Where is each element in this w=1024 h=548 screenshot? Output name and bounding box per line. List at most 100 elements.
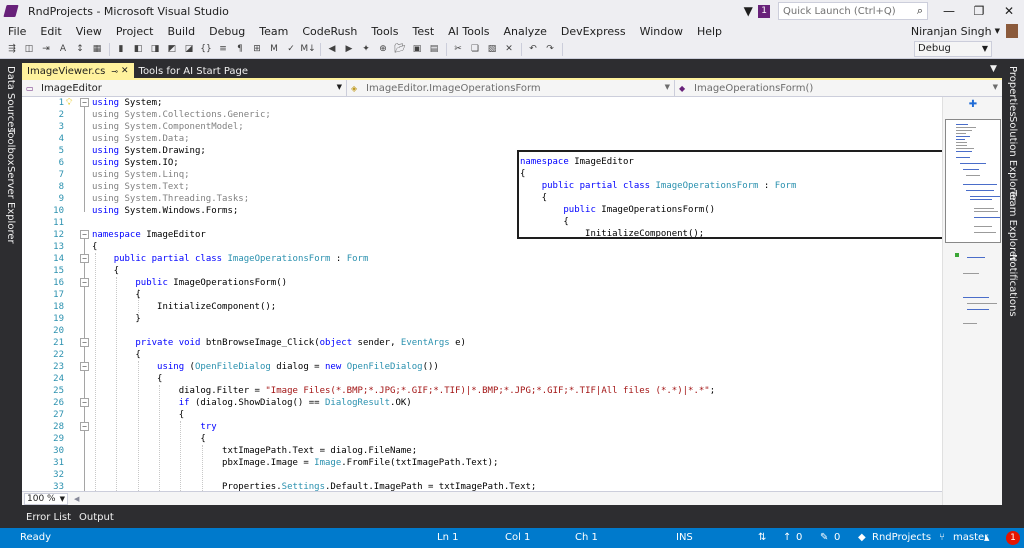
spell-check-icon[interactable]: ✓ <box>283 42 299 57</box>
navigate-back-icon[interactable]: ◀ <box>324 42 340 57</box>
split-window-icon[interactable]: ✚ <box>943 97 1003 111</box>
line-number: 1 <box>58 98 64 108</box>
tab-tools-for-ai-start-page[interactable]: Tools for AI Start Page <box>134 63 254 79</box>
tool-tab-team-explorer[interactable]: Team Explorer <box>1007 190 1018 261</box>
branch-icon[interactable]: ⑂ <box>939 528 945 548</box>
format-document-icon[interactable]: ⇶ <box>4 42 20 57</box>
minimize-button[interactable]: — <box>934 0 964 22</box>
wrap-icon[interactable]: ¶ <box>232 42 248 57</box>
tool-tab-server-explorer[interactable]: Server Explorer <box>5 166 16 244</box>
tool-tab-solution-explorer[interactable]: Solution Explorer <box>1007 116 1018 202</box>
minimap-viewport[interactable] <box>945 119 1001 243</box>
indent-icon[interactable]: ⇥ <box>38 42 54 57</box>
minimap-scrollbar[interactable]: ✚ <box>942 97 1002 505</box>
project-dropdown[interactable]: ▭ ImageEditor ▼ <box>22 80 347 97</box>
collapse-toggle[interactable]: − <box>80 278 89 287</box>
restore-button[interactable]: ❐ <box>964 0 994 22</box>
quick-launch-input[interactable]: Quick Launch (Ctrl+Q) ⌕ <box>778 2 928 20</box>
close-icon[interactable]: ✕ <box>121 66 129 76</box>
type-dropdown[interactable]: ◈ ImageEditor.ImageOperationsForm ▼ <box>347 80 675 97</box>
menu-analyze[interactable]: Analyze <box>497 25 554 38</box>
tool-tab-properties[interactable]: Properties <box>1007 66 1018 117</box>
user-dropdown-icon[interactable]: ▼ <box>995 27 1000 35</box>
outline-icon[interactable]: ⊞ <box>249 42 265 57</box>
menu-build[interactable]: Build <box>160 25 202 38</box>
undo-icon[interactable]: ↶ <box>525 42 541 57</box>
collapse-toggle[interactable]: − <box>80 98 89 107</box>
member-dropdown[interactable]: ◆ ImageOperationsForm() ▼ <box>675 80 1002 97</box>
arrow-up-icon[interactable]: ↑ <box>783 528 791 548</box>
delete-icon[interactable]: ✕ <box>501 42 517 57</box>
copy-icon[interactable]: ❏ <box>467 42 483 57</box>
redo-icon[interactable]: ↷ <box>542 42 558 57</box>
status-repository[interactable]: RndProjects <box>872 528 931 548</box>
toggle-bookmark-icon[interactable]: ▮ <box>113 42 129 57</box>
menu-debug[interactable]: Debug <box>202 25 252 38</box>
navigate-forward-icon[interactable]: ▶ <box>341 42 357 57</box>
collapse-toggle[interactable]: − <box>80 398 89 407</box>
menu-edit[interactable]: Edit <box>33 25 68 38</box>
menu-devexpress[interactable]: DevExpress <box>554 25 633 38</box>
menu-file[interactable]: File <box>0 25 33 38</box>
collapse-toggle[interactable]: − <box>80 338 89 347</box>
notifications-badge[interactable]: 1 <box>1006 531 1020 545</box>
new-project-icon[interactable]: ✦ <box>358 42 374 57</box>
tab-output[interactable]: Output <box>75 512 118 523</box>
feedback-filter-icon[interactable]: ▼ <box>740 3 756 19</box>
status-branch[interactable]: master <box>953 528 988 548</box>
tool-tab-data-sources[interactable]: Data Sources <box>5 66 16 133</box>
project-name: ImageEditor <box>41 83 102 94</box>
add-item-icon[interactable]: ⊕ <box>375 42 391 57</box>
close-button[interactable]: ✕ <box>994 0 1024 22</box>
notification-badge[interactable]: 1 <box>758 4 770 18</box>
menu-team[interactable]: Team <box>252 25 295 38</box>
prev-bookmark-icon[interactable]: ◧ <box>130 42 146 57</box>
font-size-icon[interactable]: A <box>55 42 71 57</box>
paste-icon[interactable]: ▧ <box>484 42 500 57</box>
menu-view[interactable]: View <box>69 25 109 38</box>
menu-window[interactable]: Window <box>633 25 690 38</box>
collapse-toggle[interactable]: − <box>80 362 89 371</box>
status-changes-count[interactable]: 0 <box>834 528 840 548</box>
menu-tools[interactable]: Tools <box>364 25 405 38</box>
open-file-icon[interactable]: 📂︎ <box>392 42 408 57</box>
collapse-toggle[interactable]: − <box>80 230 89 239</box>
menu-ai-tools[interactable]: AI Tools <box>441 25 496 38</box>
zoom-level-select[interactable]: 100 % ▼ <box>24 492 68 505</box>
markdown-preview-icon[interactable]: M↓ <box>300 42 316 57</box>
bookmark-icon[interactable]: ▦ <box>89 42 105 57</box>
bookmark-folder-icon[interactable]: ◩ <box>164 42 180 57</box>
sort-icon[interactable]: ↕ <box>72 42 88 57</box>
scroll-left-icon[interactable]: ◀ <box>74 495 79 503</box>
next-bookmark-icon[interactable]: ◨ <box>147 42 163 57</box>
save-icon[interactable]: ▣ <box>409 42 425 57</box>
status-unpushed-count[interactable]: 0 <box>796 528 802 548</box>
tool-tab-toolbox[interactable]: Toolbox <box>5 128 16 166</box>
region-icon[interactable]: ≡ <box>215 42 231 57</box>
cut-icon[interactable]: ✂ <box>450 42 466 57</box>
lightbulb-icon[interactable]: 💡︎ <box>66 98 74 108</box>
solution-configuration-select[interactable]: Debug ▼ <box>914 41 992 57</box>
collapse-toggle[interactable]: − <box>80 422 89 431</box>
pencil-icon[interactable]: ✎ <box>820 528 828 548</box>
menu-coderush[interactable]: CodeRush <box>295 25 364 38</box>
collapse-toggle[interactable]: − <box>80 254 89 263</box>
avatar[interactable] <box>1006 24 1018 38</box>
markdown-icon[interactable]: M <box>266 42 282 57</box>
tool-tab-notifications[interactable]: Notifications <box>1007 254 1018 317</box>
menu-help[interactable]: Help <box>690 25 729 38</box>
tab-imageviewer-cs[interactable]: ImageViewer.cs ⊸ ✕ <box>22 63 134 79</box>
brace-match-icon[interactable]: {} <box>198 42 214 57</box>
tab-error-list[interactable]: Error List <box>22 512 75 523</box>
clear-bookmarks-icon[interactable]: ◪ <box>181 42 197 57</box>
menu-test[interactable]: Test <box>405 25 441 38</box>
pin-icon[interactable]: ⊸ <box>111 67 118 76</box>
repository-icon[interactable]: ◆ <box>858 528 866 548</box>
git-sync-icon[interactable]: ⇅ <box>758 528 766 548</box>
tab-list-dropdown-icon[interactable]: ▼ <box>990 64 997 74</box>
comment-icon[interactable]: ◫ <box>21 42 37 57</box>
user-name[interactable]: Niranjan Singh <box>911 25 992 38</box>
chevron-up-icon[interactable]: ▲ <box>984 528 989 548</box>
save-all-icon[interactable]: ▤ <box>426 42 442 57</box>
menu-project[interactable]: Project <box>109 25 161 38</box>
